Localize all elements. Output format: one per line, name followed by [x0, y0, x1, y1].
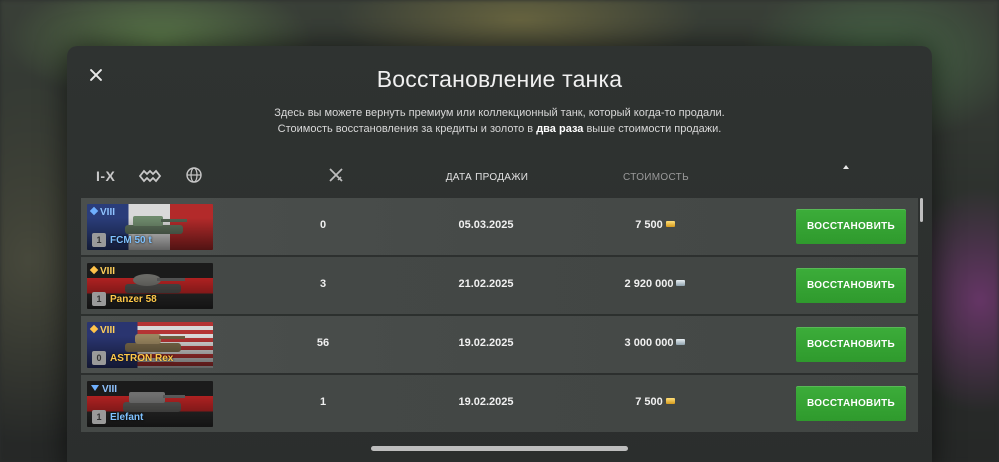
- subtitle-bold: два раза: [536, 123, 584, 135]
- gold-icon: [665, 221, 675, 227]
- battles-count: 3: [319, 278, 327, 290]
- tier-badge: VIII: [91, 384, 117, 395]
- restore-cost: 3 000 000: [595, 337, 715, 349]
- mastery-badge: 0: [92, 351, 106, 365]
- restore-cost: 7 500: [595, 396, 715, 408]
- tank-list: VIII 1 FCM 50 t 0 05.03.2025 7 500 ВОССТ…: [81, 198, 918, 434]
- sort-arrow-icon: [843, 165, 849, 169]
- subtitle-line-1: Здесь вы можете вернуть премиум или колл…: [274, 107, 725, 119]
- battles-count: 56: [316, 337, 330, 349]
- dialog-subtitle: Здесь вы можете вернуть премиум или колл…: [67, 105, 932, 137]
- table-header: I-X ДАТА ПРОДАЖИ СТОИМОСТЬ: [67, 164, 932, 190]
- dialog-title: Восстановление танка: [376, 66, 623, 92]
- gold-icon: [665, 398, 675, 404]
- tank-type-icon[interactable]: [138, 167, 162, 185]
- restore-cost: 2 920 000: [595, 278, 715, 290]
- tank-name: Panzer 58: [110, 294, 157, 305]
- table-row: VIII 1 Elefant 1 19.02.2025 7 500 ВОССТА…: [81, 375, 918, 432]
- table-row: VIII 1 Panzer 58 3 21.02.2025 2 920 000 …: [81, 257, 918, 314]
- mastery-badge: 1: [92, 292, 106, 306]
- table-row: VIII 1 FCM 50 t 0 05.03.2025 7 500 ВОССТ…: [81, 198, 918, 255]
- column-sale-date[interactable]: ДАТА ПРОДАЖИ: [427, 165, 849, 183]
- mastery-badge: 1: [92, 410, 106, 424]
- column-cost[interactable]: СТОИМОСТЬ: [596, 172, 716, 183]
- tank-name: Elefant: [110, 412, 144, 423]
- restore-button[interactable]: ВОССТАНОВИТЬ: [796, 268, 906, 303]
- tier-filter-button[interactable]: I-X: [96, 168, 115, 184]
- restore-cost: 7 500: [595, 219, 715, 231]
- tank-name: ASTRON Rex: [110, 353, 174, 364]
- battles-count: 1: [319, 396, 327, 408]
- restore-button[interactable]: ВОССТАНОВИТЬ: [796, 209, 906, 244]
- restore-button[interactable]: ВОССТАНОВИТЬ: [796, 386, 906, 421]
- crossed-swords-icon[interactable]: [327, 166, 345, 184]
- globe-icon[interactable]: [185, 166, 203, 184]
- battles-count: 0: [319, 219, 327, 231]
- vertical-scrollbar[interactable]: [920, 198, 923, 222]
- tank-card[interactable]: VIII 0 ASTRON Rex: [87, 322, 213, 368]
- tank-card[interactable]: VIII 1 Elefant: [87, 381, 213, 427]
- restore-tank-dialog: Восстановление танка Здесь вы можете вер…: [67, 46, 932, 462]
- tank-name: FCM 50 t: [110, 235, 152, 246]
- credits-icon: [676, 280, 686, 286]
- sale-date: 19.02.2025: [458, 337, 514, 349]
- tier-badge: VIII: [89, 324, 115, 336]
- sale-date: 05.03.2025: [458, 219, 514, 231]
- subtitle-line-2: Стоимость восстановления за кредиты и зо…: [277, 123, 722, 135]
- horizontal-scrollbar[interactable]: [371, 446, 628, 451]
- restore-button[interactable]: ВОССТАНОВИТЬ: [796, 327, 906, 362]
- table-row: VIII 0 ASTRON Rex 56 19.02.2025 3 000 00…: [81, 316, 918, 373]
- tier-badge: VIII: [89, 265, 115, 277]
- tank-card[interactable]: VIII 1 Panzer 58: [87, 263, 213, 309]
- tier-badge: VIII: [89, 206, 115, 218]
- mastery-badge: 1: [92, 233, 106, 247]
- sale-date: 21.02.2025: [458, 278, 514, 290]
- tank-card[interactable]: VIII 1 FCM 50 t: [87, 204, 213, 250]
- credits-icon: [676, 339, 686, 345]
- sale-date: 19.02.2025: [458, 396, 514, 408]
